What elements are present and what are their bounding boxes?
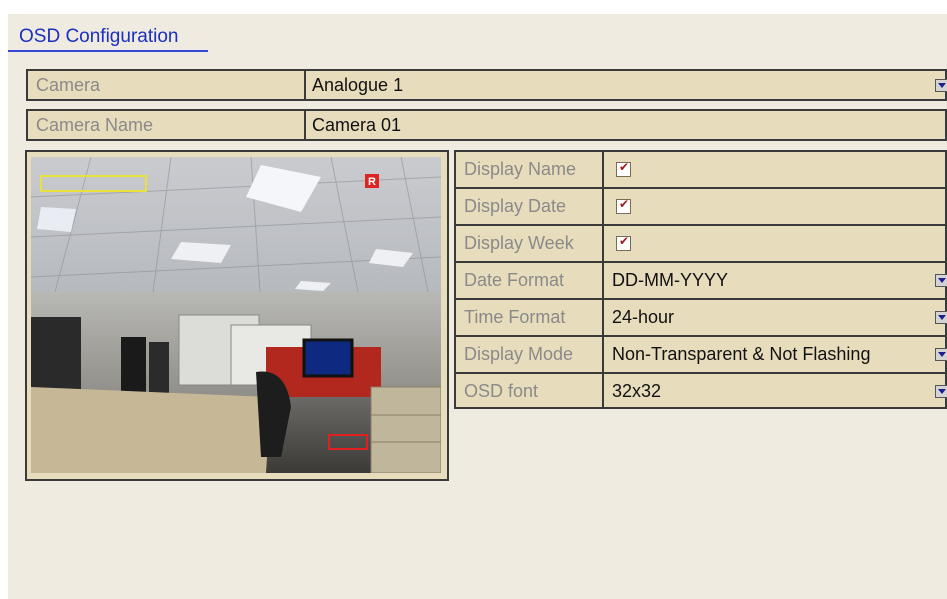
page-title: OSD Configuration xyxy=(19,26,179,47)
camera-preview: R xyxy=(31,157,441,473)
osd-settings-grid: Display Name Display Date Display Week D… xyxy=(454,150,947,409)
display-date-checkbox[interactable] xyxy=(616,197,631,214)
pc-tower xyxy=(149,342,169,397)
time-format-dropdown-icon[interactable] xyxy=(935,311,947,324)
display-name-checkbox[interactable] xyxy=(616,160,631,177)
time-format-label: Time Format xyxy=(456,300,604,335)
display-week-label: Display Week xyxy=(456,226,604,261)
camera-name-field[interactable]: Camera 01 xyxy=(312,111,401,139)
display-name-row: Display Name xyxy=(454,150,947,187)
camera-name-label: Camera Name xyxy=(28,111,306,139)
display-mode-select[interactable]: Non-Transparent & Not Flashing xyxy=(612,337,870,371)
osd-font-row: OSD font 32x32 xyxy=(454,372,947,409)
record-badge-label: R xyxy=(368,176,376,188)
display-mode-row: Display Mode Non-Transparent & Not Flash… xyxy=(454,335,947,372)
date-format-select[interactable]: DD-MM-YYYY xyxy=(612,263,728,297)
display-mode-label: Display Mode xyxy=(456,337,604,372)
time-format-select[interactable]: 24-hour xyxy=(612,300,674,334)
camera-select-value[interactable]: Analogue 1 xyxy=(312,71,403,99)
display-date-label: Display Date xyxy=(456,189,604,224)
osd-font-select[interactable]: 32x32 xyxy=(612,374,661,408)
date-format-row: Date Format DD-MM-YYYY xyxy=(454,261,947,298)
ceiling-light xyxy=(37,207,76,232)
osd-font-dropdown-icon[interactable] xyxy=(935,385,947,398)
time-format-row: Time Format 24-hour xyxy=(454,298,947,335)
desk xyxy=(31,387,271,473)
date-format-dropdown-icon[interactable] xyxy=(935,274,947,287)
display-date-row: Display Date xyxy=(454,187,947,224)
display-week-row: Display Week xyxy=(454,224,947,261)
display-week-checkbox[interactable] xyxy=(616,234,631,251)
camera-name-row: Camera Name Camera 01 xyxy=(26,109,947,141)
drawer-unit xyxy=(370,386,441,473)
pc-tower xyxy=(121,337,146,397)
date-format-label: Date Format xyxy=(456,263,604,298)
monitor xyxy=(302,338,354,378)
display-name-label: Display Name xyxy=(456,152,604,187)
osd-font-label: OSD font xyxy=(456,374,604,407)
title-underline xyxy=(8,50,208,52)
display-mode-dropdown-icon[interactable] xyxy=(935,348,947,361)
camera-dropdown-icon[interactable] xyxy=(935,79,947,92)
camera-label: Camera xyxy=(28,71,306,99)
camera-row: Camera Analogue 1 xyxy=(26,69,947,101)
